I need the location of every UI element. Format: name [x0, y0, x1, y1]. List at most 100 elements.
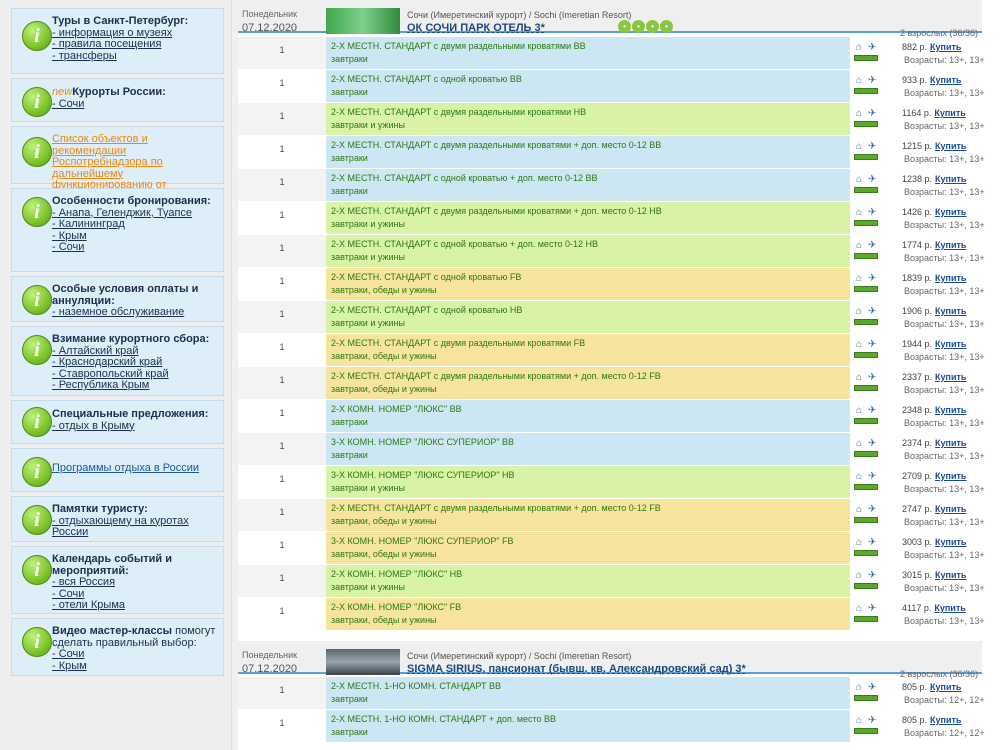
availability-icons: ⌂ ✈ — [854, 74, 884, 100]
availability-bar — [854, 88, 878, 94]
room-name: 2-Х МЕСТН. СТАНДАРТ с двумя раздельными … — [331, 206, 662, 216]
buy-link[interactable]: Купить — [930, 715, 961, 725]
buy-link[interactable]: Купить — [934, 108, 965, 118]
room-count: 1 — [238, 334, 326, 366]
buy-link[interactable]: Купить — [935, 372, 966, 382]
flight-icon: ✈ — [868, 405, 877, 416]
offer-row: 1 2-Х МЕСТН. СТАНДАРТ с одной кроватью FB… — [238, 268, 985, 300]
room-count: 1 — [238, 598, 326, 630]
room-name: 2-Х МЕСТН. СТАНДАРТ с двумя раздельными … — [331, 107, 587, 117]
buy-link[interactable]: Купить — [934, 603, 965, 613]
buy-link[interactable]: Купить — [930, 42, 961, 52]
room-cell: 2-Х КОМН. НОМЕР "ЛЮКС" BB завтраки — [326, 400, 850, 432]
sidebar-link[interactable]: - правила посещения — [52, 38, 219, 51]
room-cell: 2-Х МЕСТН. СТАНДАРТ с двумя раздельными … — [326, 103, 850, 135]
sidebar-link[interactable]: - вся Россия — [52, 576, 219, 589]
room-name: 2-Х МЕСТН. СТАНДАРТ с одной кроватью FB — [331, 272, 522, 282]
heading-text: Календарь событий и мероприятий: — [52, 553, 172, 577]
sidebar-box: i Специальные предложения: - отдых в Крыму — [11, 400, 224, 444]
hotel-icon: ⌂ — [856, 504, 863, 515]
price: 1906 р. Купить — [902, 306, 966, 316]
buy-link[interactable]: Купить — [935, 438, 966, 448]
buy-link[interactable]: Купить — [935, 306, 966, 316]
sidebar-link[interactable]: - Сочи — [52, 648, 219, 661]
buy-link[interactable]: Купить — [930, 75, 961, 85]
sidebar-link[interactable]: - Сочи — [52, 98, 219, 111]
hotel-header: Понедельник 07.12.2020 Сочи (Имеретинский … — [238, 641, 982, 679]
room-count: 1 — [238, 103, 326, 135]
room-name: 2-Х МЕСТН. 1-НО КОМН. СТАНДАРТ BB — [331, 681, 501, 691]
ages: Возрасты: 13+, 13+ — [904, 121, 985, 131]
buy-link[interactable]: Купить — [935, 207, 966, 217]
flight-icon: ✈ — [868, 570, 877, 581]
sidebar-link[interactable]: - Сочи — [52, 241, 219, 254]
room-name: 3-Х КОМН. НОМЕР "ЛЮКС СУПЕРИОР" BB — [331, 437, 515, 447]
ages: Возрасты: 13+, 13+ — [904, 55, 985, 65]
buy-link[interactable]: Купить — [930, 682, 961, 692]
room-name: 2-Х МЕСТН. СТАНДАРТ с двумя раздельными … — [331, 371, 661, 381]
sidebar-link[interactable]: - Республика Крым — [52, 379, 219, 392]
info-icon: i — [22, 457, 52, 487]
meal-plan: завтраки, обеды и ужины — [331, 384, 437, 394]
ages: Возрасты: 13+, 13+ — [904, 220, 985, 230]
buy-link[interactable]: Купить — [935, 141, 966, 151]
sidebar-link[interactable]: - отдых в Крыму — [52, 420, 219, 433]
sidebar-link[interactable]: - Краснодарский край — [52, 356, 219, 369]
availability-bar — [854, 695, 878, 701]
sidebar-box-heading: newКурорты России: — [52, 86, 219, 99]
sidebar-box-content: Памятки туристу: - отдыхающему на куротах… — [52, 503, 219, 539]
sidebar-link[interactable]: - Крым — [52, 660, 219, 673]
heading-text: Особые условия оплаты и аннуляции: — [52, 283, 199, 307]
offer-row: 1 2-Х МЕСТН. СТАНДАРТ с одной кроватью + … — [238, 169, 985, 201]
hotel-location: Сочи (Имеретинский курорт) / Sochi (Imer… — [407, 651, 632, 661]
sidebar-box-heading: Специальные предложения: — [52, 408, 219, 421]
sidebar-link[interactable]: - трансферы — [52, 50, 219, 63]
room-cell: 2-Х МЕСТН. СТАНДАРТ с двумя раздельными … — [326, 37, 850, 69]
room-cell: 2-Х МЕСТН. СТАНДАРТ с одной кроватью FB з… — [326, 268, 850, 300]
meal-plan: завтраки, обеды и ужины — [331, 516, 437, 526]
price-value: 4117 р. — [902, 603, 932, 613]
room-name: 2-Х КОМН. НОМЕР "ЛЮКС" HB — [331, 569, 463, 579]
hotel-icon: ⌂ — [856, 570, 863, 581]
hotel-icon: ⌂ — [856, 273, 863, 284]
sidebar-box: i Памятки туристу: - отдыхающему на курота… — [11, 496, 224, 542]
hotel-thumbnail[interactable] — [326, 649, 400, 675]
flight-icon: ✈ — [868, 108, 877, 119]
programs-link[interactable]: Программы отдыха в России — [52, 462, 199, 474]
availability-icons: ⌂ ✈ — [854, 503, 884, 529]
buy-link[interactable]: Купить — [935, 537, 966, 547]
room-name: 2-Х КОМН. НОМЕР "ЛЮКС" FB — [331, 602, 462, 612]
sidebar-link[interactable]: - отели Крыма — [52, 599, 219, 612]
room-name: 2-Х МЕСТН. СТАНДАРТ с двумя раздельными … — [331, 140, 662, 150]
room-cell: 2-Х МЕСТН. СТАНДАРТ с одной кроватью + д… — [326, 169, 850, 201]
room-cell: 2-Х КОМН. НОМЕР "ЛЮКС" HB завтраки и ужин… — [326, 565, 850, 597]
heading-text: Особенности бронирования: — [52, 195, 211, 207]
price-value: 1164 р. — [902, 108, 932, 118]
price: 2747 р. Купить — [902, 504, 966, 514]
hotel-name-link[interactable]: ОК СОЧИ ПАРК ОТЕЛЬ 3* — [407, 22, 545, 34]
buy-link[interactable]: Купить — [935, 405, 966, 415]
flight-icon: ✈ — [868, 273, 877, 284]
sidebar-box-content: Туры в Санкт-Петербург: - информация о му… — [52, 15, 219, 63]
sidebar-link[interactable]: - отдыхающему на куротах России — [52, 515, 219, 539]
buy-link[interactable]: Купить — [935, 339, 966, 349]
sidebar-link[interactable]: - наземное обслуживание — [52, 306, 219, 319]
flight-icon: ✈ — [868, 42, 877, 53]
flight-icon: ✈ — [868, 603, 877, 614]
buy-link[interactable]: Купить — [935, 240, 966, 250]
buy-link[interactable]: Купить — [935, 174, 966, 184]
sidebar-link[interactable]: - Калининград — [52, 218, 219, 231]
hotel-thumbnail[interactable] — [326, 8, 400, 34]
hotel-name-link[interactable]: SIGMA SIRIUS, пансионат (бывш. кв. Алекс… — [407, 663, 746, 675]
buy-link[interactable]: Купить — [935, 273, 966, 283]
availability-icons: ⌂ ✈ — [854, 437, 884, 463]
availability-icons: ⌂ ✈ — [854, 569, 884, 595]
buy-link[interactable]: Купить — [935, 504, 966, 514]
buy-link[interactable]: Купить — [935, 471, 966, 481]
availability-bar — [854, 517, 878, 523]
heading-text: Видео мастер-классы — [52, 625, 173, 637]
price: 1774 р. Купить — [902, 240, 966, 250]
room-count: 1 — [238, 301, 326, 333]
buy-link[interactable]: Купить — [935, 570, 966, 580]
ages: Возрасты: 13+, 13+ — [904, 484, 985, 494]
